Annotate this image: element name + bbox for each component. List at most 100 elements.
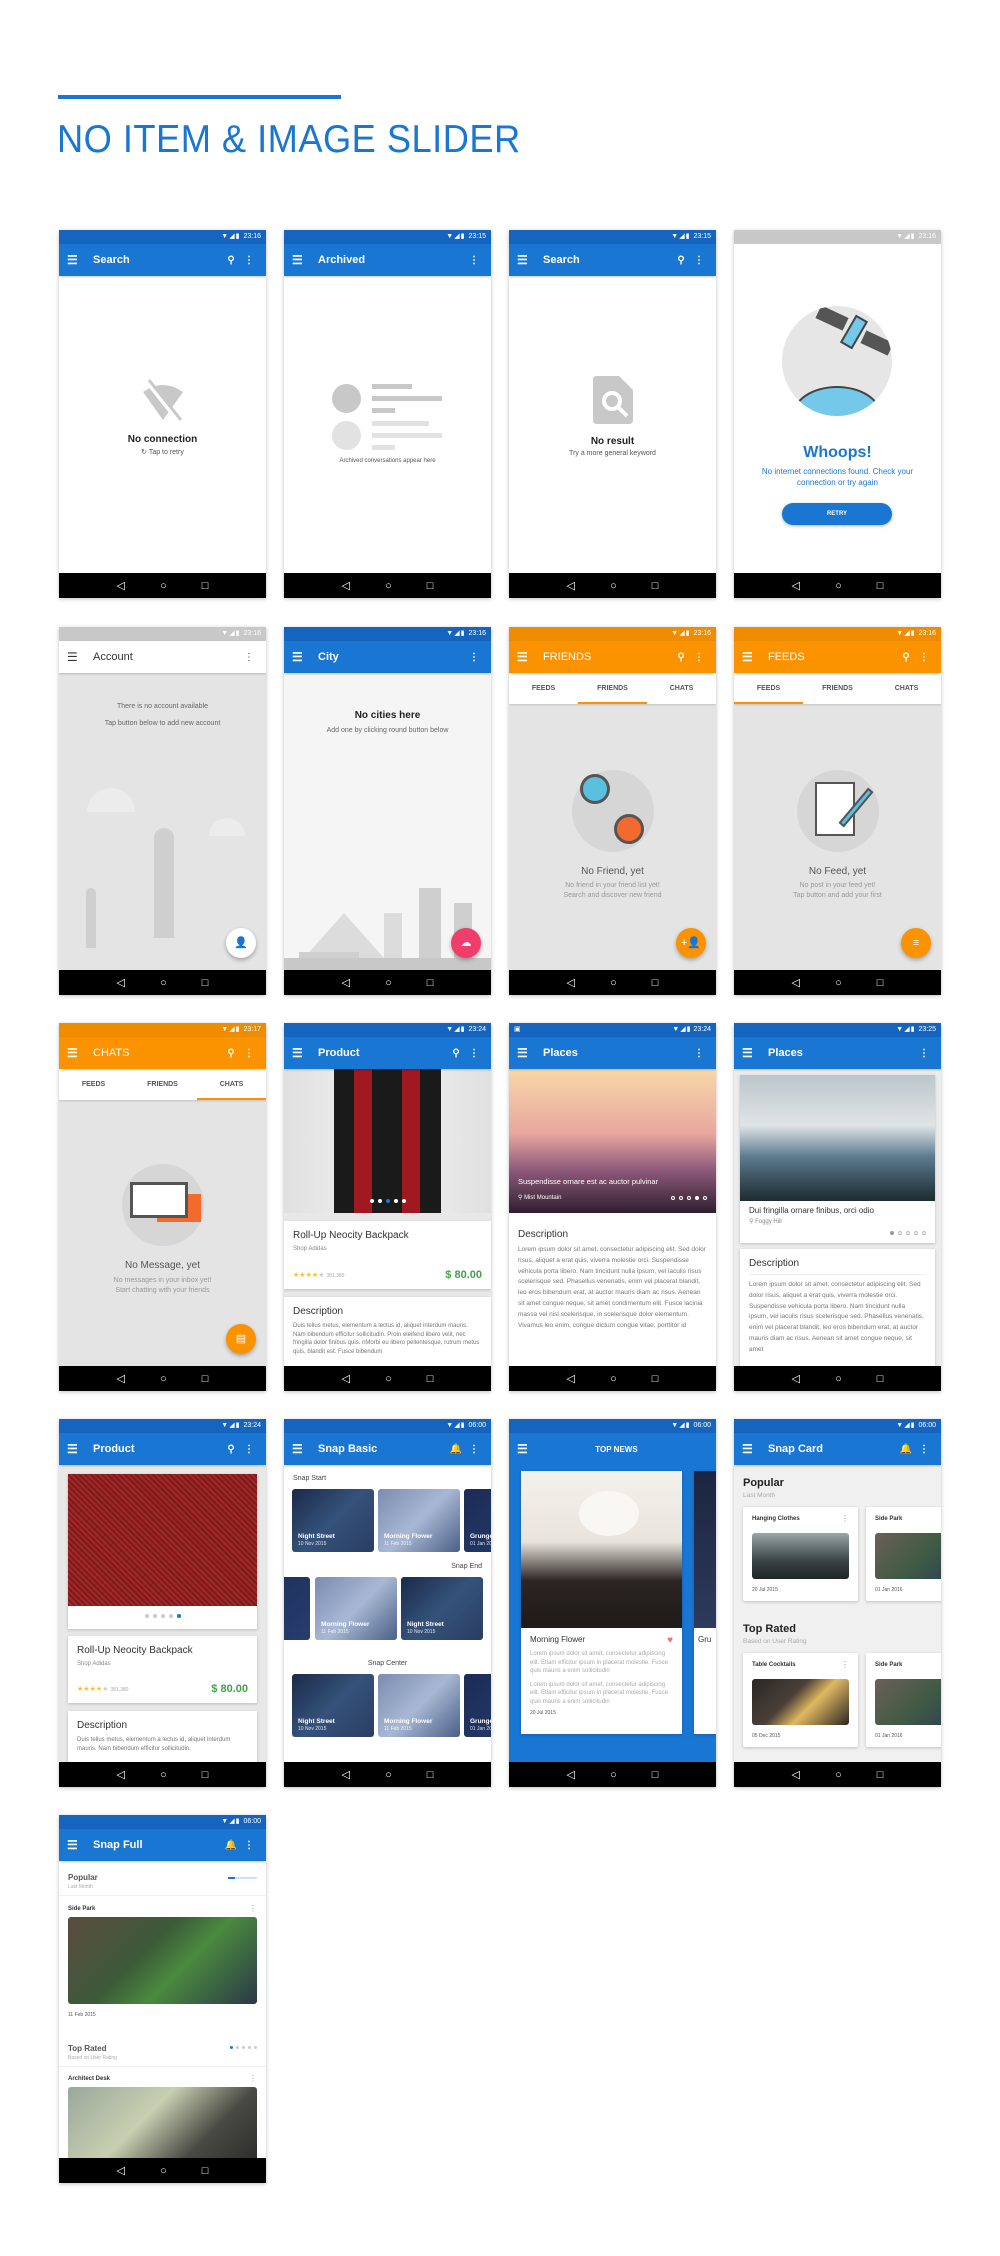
more-vert-icon[interactable]: ⋮	[240, 1048, 258, 1059]
home-icon[interactable]: ○	[610, 1373, 617, 1385]
home-icon[interactable]: ○	[835, 1769, 842, 1781]
back-icon[interactable]: ◁	[117, 1768, 125, 1781]
more-vert-icon[interactable]: ⋮	[249, 1904, 257, 1913]
recents-icon[interactable]: □	[652, 1769, 659, 1781]
home-icon[interactable]: ○	[610, 977, 617, 989]
menu-icon[interactable]: ☰	[517, 650, 531, 664]
home-icon[interactable]: ○	[610, 1769, 617, 1781]
menu-icon[interactable]: ☰	[517, 1046, 531, 1060]
search-icon[interactable]: ⚲	[447, 1048, 465, 1059]
tab-chats[interactable]: CHATS	[872, 673, 941, 704]
snap-item[interactable]: Grunge01 Jan 2016	[464, 1674, 491, 1737]
tab-feeds[interactable]: FEEDS	[734, 673, 803, 704]
home-icon[interactable]: ○	[385, 1373, 392, 1385]
search-icon[interactable]: ⚲	[672, 652, 690, 663]
more-vert-icon[interactable]: ⋮	[915, 1444, 933, 1455]
tab-friends[interactable]: FRIENDS	[578, 673, 647, 704]
snap-item[interactable]: Night Street 10 Nov 2015	[292, 1489, 374, 1552]
back-icon[interactable]: ◁	[792, 976, 800, 989]
home-icon[interactable]: ○	[835, 977, 842, 989]
home-icon[interactable]: ○	[160, 977, 167, 989]
home-icon[interactable]: ○	[835, 1373, 842, 1385]
favorite-icon[interactable]: ♥	[667, 1635, 673, 1646]
back-icon[interactable]: ◁	[567, 1768, 575, 1781]
back-icon[interactable]: ◁	[567, 976, 575, 989]
more-vert-icon[interactable]: ⋮	[690, 652, 708, 663]
menu-icon[interactable]: ☰	[517, 253, 531, 267]
full-image[interactable]	[68, 2087, 257, 2158]
back-icon[interactable]: ◁	[342, 1768, 350, 1781]
menu-icon[interactable]: ☰	[292, 1442, 306, 1456]
recents-icon[interactable]: □	[202, 1373, 209, 1385]
back-icon[interactable]: ◁	[342, 579, 350, 592]
home-icon[interactable]: ○	[160, 1769, 167, 1781]
menu-icon[interactable]: ☰	[67, 1046, 81, 1060]
place-image-slider[interactable]: Suspendisse ornare est ac auctor pulvina…	[509, 1069, 716, 1213]
tab-chats[interactable]: CHATS	[647, 673, 716, 704]
more-vert-icon[interactable]: ⋮	[465, 255, 483, 266]
product-image-slider[interactable]	[284, 1069, 491, 1213]
back-icon[interactable]: ◁	[567, 1372, 575, 1385]
menu-icon[interactable]: ☰	[292, 650, 306, 664]
recents-icon[interactable]: □	[202, 1769, 209, 1781]
tab-friends[interactable]: FRIENDS	[128, 1069, 197, 1100]
recents-icon[interactable]: □	[652, 977, 659, 989]
account-icon[interactable]: 👤	[690, 1444, 708, 1455]
more-vert-icon[interactable]: ⋮	[240, 652, 258, 663]
product-image[interactable]	[68, 1474, 257, 1606]
search-icon[interactable]: ⚲	[222, 255, 240, 266]
menu-icon[interactable]: ☰	[292, 253, 306, 267]
more-vert-icon[interactable]: ⋮	[915, 1048, 933, 1059]
tab-chats[interactable]: CHATS	[197, 1069, 266, 1100]
back-icon[interactable]: ◁	[342, 1372, 350, 1385]
recents-icon[interactable]: □	[877, 580, 884, 592]
more-vert-icon[interactable]: ⋮	[841, 1660, 849, 1669]
more-vert-icon[interactable]: ⋮	[240, 1444, 258, 1455]
back-icon[interactable]: ◁	[117, 2164, 125, 2177]
more-vert-icon[interactable]: ⋮	[690, 1048, 708, 1059]
menu-icon[interactable]: ☰	[742, 1442, 756, 1456]
recents-icon[interactable]: □	[652, 1373, 659, 1385]
snap-item[interactable]: Night Street 10 Nov 2015	[401, 1577, 483, 1640]
search-icon[interactable]: ⚲	[897, 652, 915, 663]
home-icon[interactable]: ○	[160, 2165, 167, 2177]
back-icon[interactable]: ◁	[792, 579, 800, 592]
more-vert-icon[interactable]: ⋮	[690, 255, 708, 266]
back-icon[interactable]: ◁	[117, 579, 125, 592]
new-message-fab[interactable]: ▤	[226, 1324, 256, 1354]
more-vert-icon[interactable]: ⋮	[249, 2074, 257, 2083]
recents-icon[interactable]: □	[427, 977, 434, 989]
menu-icon[interactable]: ☰	[67, 1838, 81, 1852]
more-vert-icon[interactable]: ⋮	[841, 1514, 849, 1523]
more-vert-icon[interactable]: ⋮	[240, 255, 258, 266]
recents-icon[interactable]: □	[427, 580, 434, 592]
add-friend-fab[interactable]: +👤	[676, 928, 706, 958]
more-vert-icon[interactable]: ⋮	[240, 1840, 258, 1851]
menu-icon[interactable]: ☰	[67, 1442, 81, 1456]
snap-item[interactable]: Morning Flower 11 Feb 2015	[378, 1674, 460, 1737]
recents-icon[interactable]: □	[652, 580, 659, 592]
more-vert-icon[interactable]: ⋮	[465, 1048, 483, 1059]
snap-card-item[interactable]: Hanging Clothes ⋮ 20 Jul 2015	[743, 1507, 858, 1601]
menu-icon[interactable]: ☰	[742, 1046, 756, 1060]
menu-icon[interactable]: ☰	[517, 1442, 531, 1456]
snap-item[interactable]: Night Street 10 Nov 2015	[292, 1674, 374, 1737]
add-feed-fab[interactable]: ≡	[901, 928, 931, 958]
tab-feeds[interactable]: FEEDS	[509, 673, 578, 704]
tab-feeds[interactable]: FEEDS	[59, 1069, 128, 1100]
home-icon[interactable]: ○	[160, 1373, 167, 1385]
snap-card-item[interactable]: Side Park 01 Jan 2016	[866, 1653, 941, 1747]
home-icon[interactable]: ○	[610, 580, 617, 592]
snap-item[interactable]: Grunge01 Jan 2016	[464, 1489, 491, 1552]
more-vert-icon[interactable]: ⋮	[465, 1444, 483, 1455]
home-icon[interactable]: ○	[385, 580, 392, 592]
recents-icon[interactable]: □	[877, 977, 884, 989]
full-image[interactable]	[68, 1917, 257, 2004]
place-image[interactable]	[740, 1075, 935, 1201]
recents-icon[interactable]: □	[202, 580, 209, 592]
snap-item[interactable]: Morning Flower 11 Feb 2015	[378, 1489, 460, 1552]
back-icon[interactable]: ◁	[792, 1768, 800, 1781]
notifications-icon[interactable]: 🔔	[897, 1444, 915, 1455]
retry-link[interactable]: ↻ Tap to retry	[59, 448, 266, 456]
back-icon[interactable]: ◁	[117, 976, 125, 989]
